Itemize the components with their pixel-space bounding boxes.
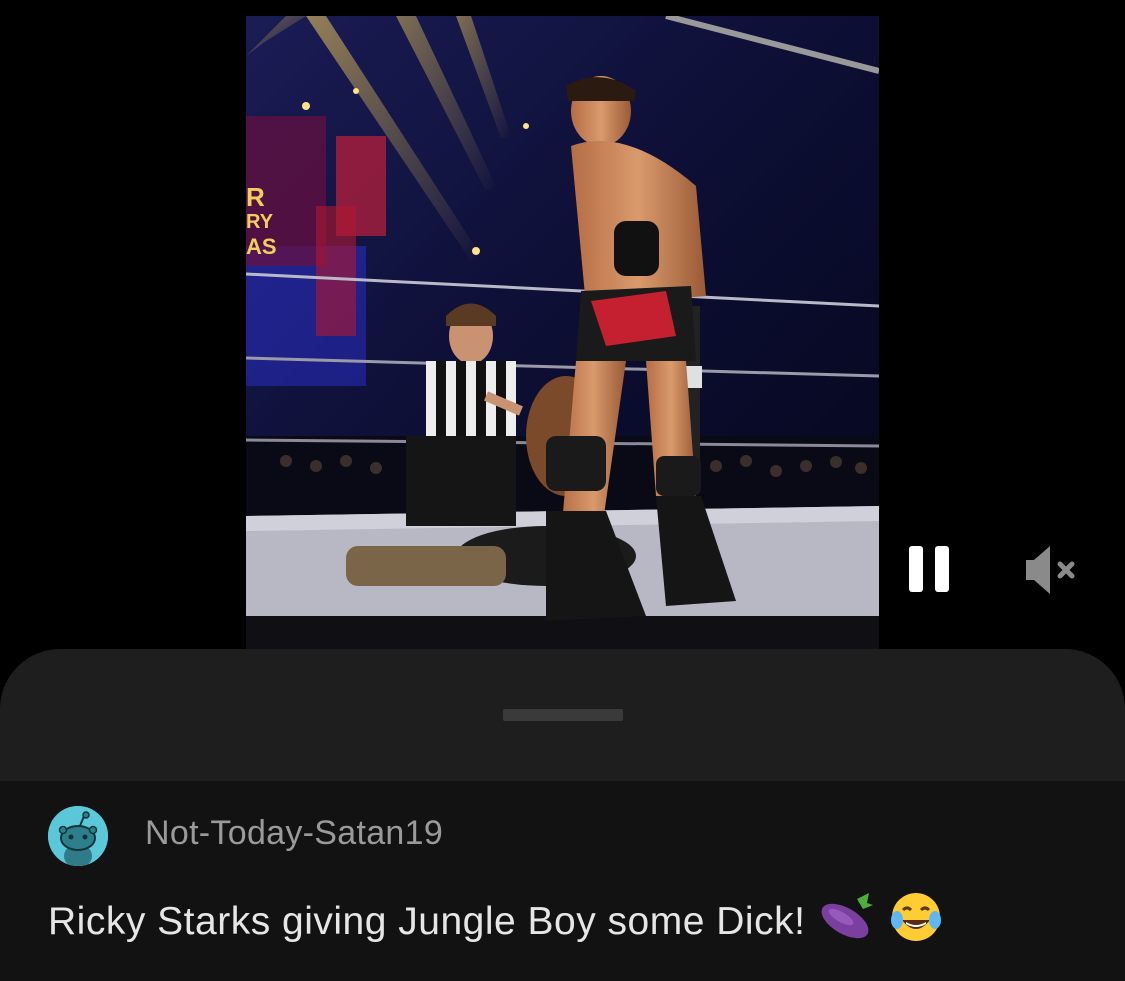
comment-body: Ricky Starks giving Jungle Boy some Dick…	[48, 890, 943, 954]
eggplant-emoji	[819, 891, 875, 953]
svg-text:RY: RY	[246, 211, 274, 233]
speaker-muted-icon	[1026, 546, 1075, 594]
mute-button[interactable]	[1020, 542, 1080, 598]
video-player[interactable]: R RY AS bs	[246, 16, 879, 649]
pause-icon	[909, 546, 949, 592]
user-avatar[interactable]	[48, 806, 108, 866]
tears-of-joy-emoji	[889, 890, 943, 954]
comment-text: Ricky Starks giving Jungle Boy some Dick…	[48, 900, 806, 943]
svg-text:AS: AS	[246, 234, 277, 259]
pause-button[interactable]	[902, 544, 956, 594]
sheet-drag-handle[interactable]	[503, 709, 623, 721]
comment-username[interactable]: Not-Today-Satan19	[145, 814, 443, 853]
video-frame-image: R RY AS bs	[246, 16, 879, 649]
svg-text:R: R	[246, 182, 265, 212]
snoo-avatar-icon	[48, 806, 108, 866]
